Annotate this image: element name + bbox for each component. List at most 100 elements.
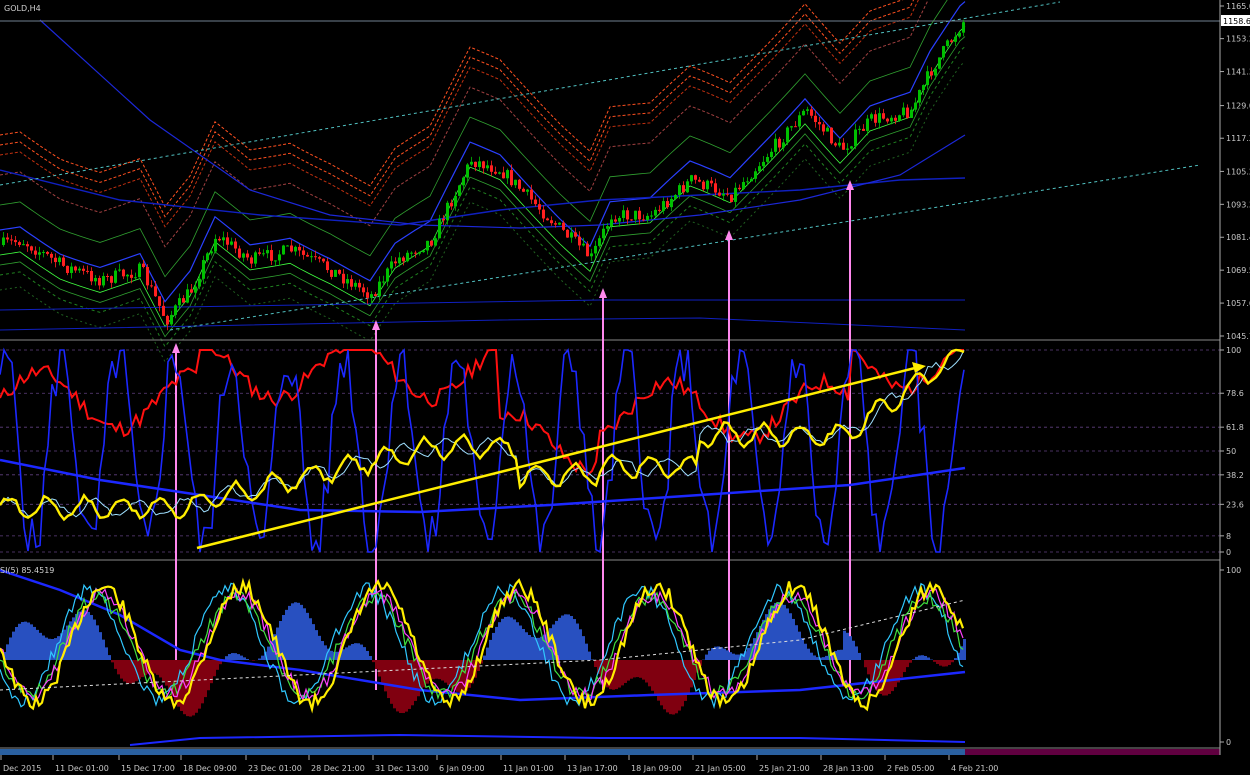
histogram-bar bbox=[510, 617, 513, 660]
candle bbox=[674, 194, 677, 199]
candle bbox=[898, 115, 901, 121]
histogram-bar bbox=[954, 658, 957, 660]
candle bbox=[2, 237, 5, 245]
histogram-bar bbox=[840, 649, 843, 660]
histogram-bar bbox=[798, 631, 801, 660]
candle bbox=[186, 289, 189, 303]
candle bbox=[426, 240, 429, 251]
histogram-bar bbox=[513, 619, 516, 660]
histogram-bar bbox=[843, 630, 846, 660]
histogram-bar bbox=[288, 605, 291, 660]
histogram-bar bbox=[936, 660, 939, 664]
candle bbox=[946, 40, 949, 47]
y-tick-label: 1081.4 bbox=[1226, 233, 1250, 242]
histogram-bar bbox=[642, 660, 645, 680]
histogram-bar bbox=[579, 629, 582, 660]
candle bbox=[358, 282, 361, 288]
candle bbox=[830, 127, 833, 144]
candle bbox=[422, 250, 425, 253]
arrow-head-icon bbox=[725, 230, 733, 240]
candle bbox=[206, 253, 209, 261]
candle bbox=[706, 180, 709, 190]
osc-cyan-line bbox=[0, 349, 965, 518]
x-tick-label: Dec 2015 bbox=[3, 764, 41, 773]
trading-chart[interactable]: 1165.0 1153.2 1141.3 1129.0 1117.2 1105.2 1093… bbox=[0, 0, 1250, 775]
histogram-bar bbox=[216, 660, 219, 670]
histogram-bar bbox=[894, 660, 897, 688]
candle bbox=[962, 22, 965, 33]
candle bbox=[874, 114, 877, 123]
histogram-bar bbox=[783, 604, 786, 660]
candle bbox=[254, 252, 257, 264]
candle bbox=[582, 243, 585, 246]
x-tick-label: 15 Dec 17:00 bbox=[121, 764, 175, 773]
histogram-bar bbox=[42, 635, 45, 660]
candle bbox=[954, 36, 957, 42]
histogram-bar bbox=[732, 653, 735, 660]
y-tick-label: 1069.5 bbox=[1226, 266, 1250, 275]
candle bbox=[110, 276, 113, 283]
candle bbox=[526, 189, 529, 192]
histogram-bar bbox=[114, 660, 117, 669]
candle bbox=[342, 273, 345, 284]
candle bbox=[182, 298, 185, 303]
candle bbox=[378, 281, 381, 297]
candle bbox=[786, 127, 789, 143]
candle bbox=[442, 218, 445, 221]
current-price-label: 1158.6 bbox=[1223, 17, 1250, 26]
candle bbox=[50, 253, 53, 258]
candle bbox=[354, 282, 357, 287]
candle bbox=[198, 278, 201, 287]
histogram-bar bbox=[99, 632, 102, 660]
candle bbox=[714, 183, 717, 193]
histogram-bar bbox=[711, 648, 714, 660]
candle bbox=[690, 175, 693, 182]
candle bbox=[846, 148, 849, 150]
candle bbox=[934, 68, 937, 76]
histogram-bar bbox=[801, 637, 804, 660]
histogram-bar bbox=[519, 625, 522, 660]
histogram-bar bbox=[945, 660, 948, 667]
histogram-bar bbox=[549, 628, 552, 660]
histogram-bar bbox=[573, 619, 576, 660]
candle bbox=[350, 279, 353, 287]
candle bbox=[434, 238, 437, 246]
histogram-bar bbox=[867, 660, 870, 675]
histogram-bar bbox=[660, 660, 663, 706]
histogram-bar bbox=[780, 602, 783, 660]
histogram-bar bbox=[300, 604, 303, 660]
histogram-bar bbox=[852, 640, 855, 660]
candle bbox=[654, 209, 657, 216]
histogram-bar bbox=[825, 655, 828, 660]
histogram-bar bbox=[918, 655, 921, 660]
candle bbox=[438, 218, 441, 239]
candle bbox=[782, 142, 785, 148]
histogram-bar bbox=[723, 648, 726, 660]
histogram-bar bbox=[345, 647, 348, 660]
histogram-bar bbox=[258, 658, 261, 660]
candle bbox=[326, 261, 329, 271]
candle bbox=[754, 171, 757, 179]
candle bbox=[106, 276, 109, 278]
histogram-bar bbox=[6, 644, 9, 660]
candle bbox=[598, 238, 601, 246]
candle bbox=[366, 292, 369, 298]
candle bbox=[38, 252, 41, 255]
histogram-bar bbox=[900, 660, 903, 678]
histogram-bar bbox=[636, 660, 639, 678]
histogram-bar bbox=[654, 660, 657, 696]
histogram-bar bbox=[729, 652, 732, 660]
candle bbox=[214, 238, 217, 252]
candle bbox=[638, 210, 641, 220]
histogram-bar bbox=[567, 614, 570, 660]
candle bbox=[210, 251, 213, 254]
candle bbox=[650, 215, 653, 217]
y-tick-label: 1129.0 bbox=[1226, 102, 1250, 111]
candle bbox=[818, 122, 821, 125]
candle bbox=[726, 193, 729, 195]
histogram-bar bbox=[645, 660, 648, 683]
histogram-bar bbox=[378, 660, 381, 677]
histogram-bar bbox=[12, 631, 15, 660]
histogram-bar bbox=[762, 619, 765, 660]
histogram-bar bbox=[9, 637, 12, 660]
